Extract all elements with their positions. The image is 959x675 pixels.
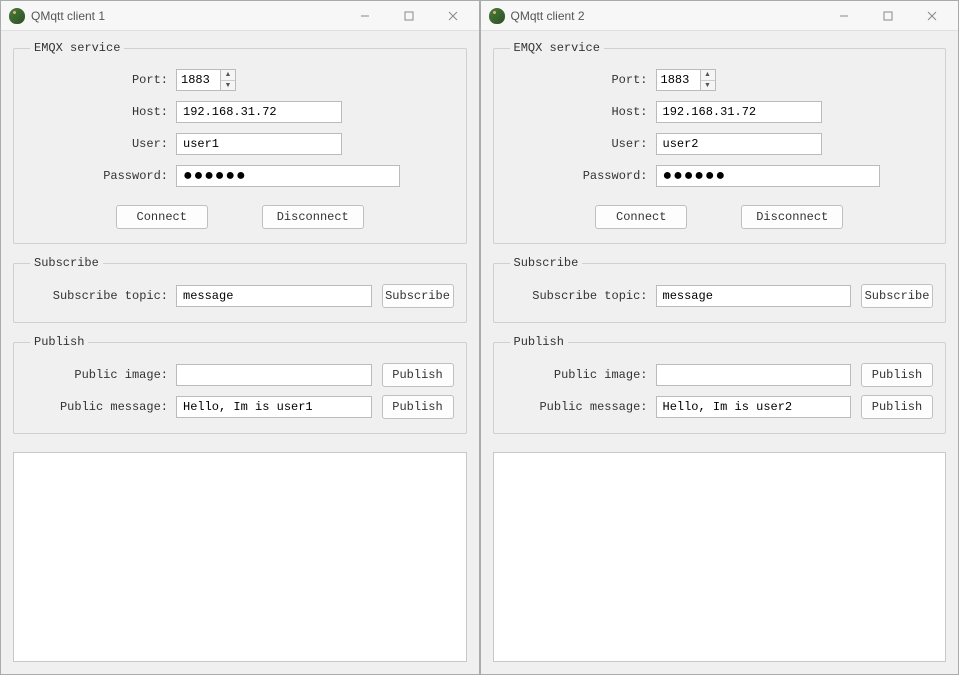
spin-down-icon[interactable]: ▼: [221, 81, 235, 91]
host-label: Host:: [506, 105, 656, 119]
client-body: EMQX service Port: ▲ ▼ Host:: [481, 31, 959, 444]
subscribe-group: Subscribe Subscribe topic: Subscribe: [13, 256, 467, 323]
publish-image-button[interactable]: Publish: [861, 363, 933, 387]
window-title: QMqtt client 1: [31, 9, 343, 23]
connect-button[interactable]: Connect: [116, 205, 208, 229]
subscribe-legend: Subscribe: [30, 256, 103, 270]
public-message-input[interactable]: [656, 396, 852, 418]
window-controls: [343, 2, 475, 30]
publish-legend: Publish: [30, 335, 88, 349]
close-button[interactable]: [431, 2, 475, 30]
client-body: EMQX service Port: ▲ ▼ Host:: [1, 31, 479, 444]
publish-group: Publish Public image: Publish Public mes…: [13, 335, 467, 434]
user-input[interactable]: [176, 133, 342, 155]
subscribe-button[interactable]: Subscribe: [382, 284, 454, 308]
spin-down-icon[interactable]: ▼: [701, 81, 715, 91]
app-icon: [9, 8, 25, 24]
password-input[interactable]: [176, 165, 400, 187]
maximize-button[interactable]: [387, 2, 431, 30]
disconnect-button[interactable]: Disconnect: [741, 205, 843, 229]
emqx-service-group: EMQX service Port: ▲ ▼ Host:: [13, 41, 467, 244]
publish-message-button[interactable]: Publish: [861, 395, 933, 419]
output-textarea[interactable]: [493, 452, 947, 662]
publish-message-button[interactable]: Publish: [382, 395, 454, 419]
password-label: Password:: [506, 169, 656, 183]
port-spinbox[interactable]: ▲ ▼: [176, 69, 236, 91]
publish-group: Publish Public image: Publish Public mes…: [493, 335, 947, 434]
port-spinbox[interactable]: ▲ ▼: [656, 69, 716, 91]
public-image-label: Public image:: [506, 368, 656, 382]
output-textarea[interactable]: [13, 452, 467, 662]
window-client-2: QMqtt client 2 EMQX service Port: ▲ ▼: [480, 0, 959, 675]
titlebar: QMqtt client 1: [1, 1, 479, 31]
subscribe-topic-input[interactable]: [176, 285, 372, 307]
titlebar: QMqtt client 2: [481, 1, 959, 31]
close-button[interactable]: [910, 2, 954, 30]
public-image-input[interactable]: [176, 364, 372, 386]
maximize-button[interactable]: [866, 2, 910, 30]
window-controls: [822, 2, 954, 30]
window-title: QMqtt client 2: [511, 9, 823, 23]
subscribe-topic-label: Subscribe topic:: [506, 289, 656, 303]
spin-up-icon[interactable]: ▲: [221, 70, 235, 81]
publish-legend: Publish: [510, 335, 568, 349]
spinbox-arrows: ▲ ▼: [700, 69, 716, 91]
subscribe-topic-label: Subscribe topic:: [26, 289, 176, 303]
user-label: User:: [26, 137, 176, 151]
public-image-label: Public image:: [26, 368, 176, 382]
publish-image-button[interactable]: Publish: [382, 363, 454, 387]
public-message-label: Public message:: [506, 400, 656, 414]
user-input[interactable]: [656, 133, 822, 155]
password-label: Password:: [26, 169, 176, 183]
host-label: Host:: [26, 105, 176, 119]
password-input[interactable]: [656, 165, 880, 187]
public-message-input[interactable]: [176, 396, 372, 418]
public-image-input[interactable]: [656, 364, 852, 386]
emqx-legend: EMQX service: [510, 41, 604, 55]
emqx-legend: EMQX service: [30, 41, 124, 55]
port-input[interactable]: [176, 69, 220, 91]
port-label: Port:: [506, 73, 656, 87]
host-input[interactable]: [656, 101, 822, 123]
disconnect-button[interactable]: Disconnect: [262, 205, 364, 229]
app-icon: [489, 8, 505, 24]
user-label: User:: [506, 137, 656, 151]
subscribe-topic-input[interactable]: [656, 285, 852, 307]
spin-up-icon[interactable]: ▲: [701, 70, 715, 81]
public-message-label: Public message:: [26, 400, 176, 414]
port-label: Port:: [26, 73, 176, 87]
spinbox-arrows: ▲ ▼: [220, 69, 236, 91]
host-input[interactable]: [176, 101, 342, 123]
minimize-button[interactable]: [822, 2, 866, 30]
subscribe-group: Subscribe Subscribe topic: Subscribe: [493, 256, 947, 323]
connect-button[interactable]: Connect: [595, 205, 687, 229]
window-client-1: QMqtt client 1 EMQX service Port: ▲ ▼: [0, 0, 480, 675]
subscribe-legend: Subscribe: [510, 256, 583, 270]
minimize-button[interactable]: [343, 2, 387, 30]
subscribe-button[interactable]: Subscribe: [861, 284, 933, 308]
port-input[interactable]: [656, 69, 700, 91]
emqx-service-group: EMQX service Port: ▲ ▼ Host:: [493, 41, 947, 244]
